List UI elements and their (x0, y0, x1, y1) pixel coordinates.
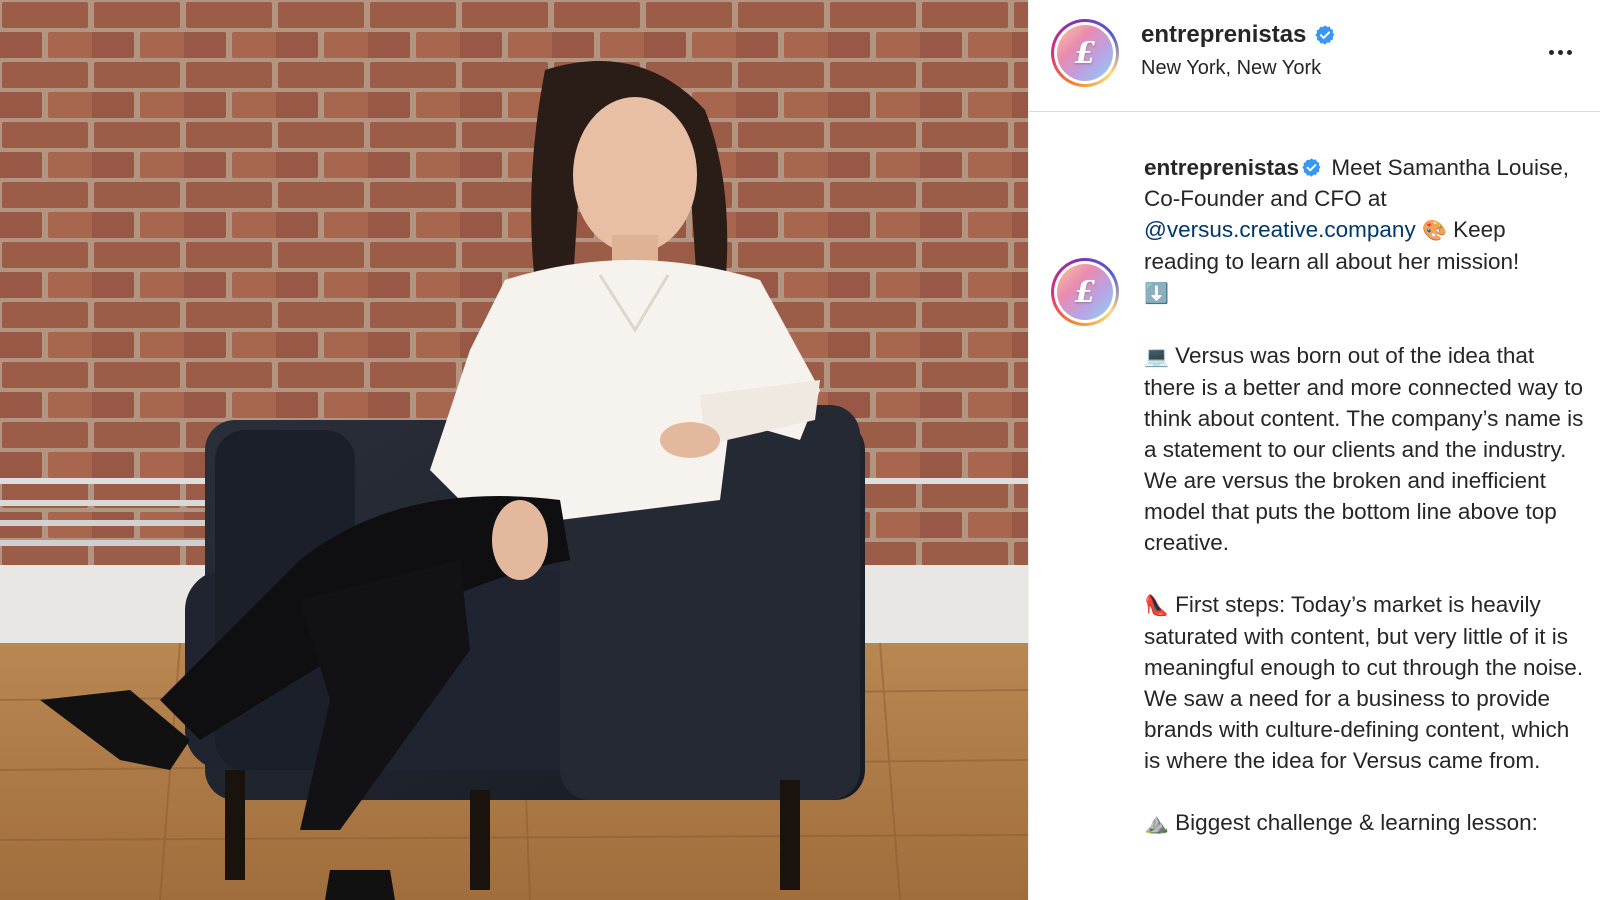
caption-username[interactable]: entreprenistas (1144, 155, 1299, 180)
more-dot (1557, 49, 1563, 55)
more-dot (1566, 49, 1572, 55)
paragraph-text: Versus was born out of the idea that the… (1144, 343, 1584, 555)
shoe-emoji: 👠 (1144, 593, 1169, 617)
account-avatar[interactable]: £ (1051, 19, 1119, 87)
account-username[interactable]: entreprenistas (1141, 21, 1306, 49)
palette-emoji: 🎨 (1421, 218, 1447, 242)
portrait-photo (0, 0, 1028, 900)
avatar-ring: £ (1054, 261, 1116, 323)
more-horizontal-icon (1548, 49, 1554, 55)
post-header: £ entreprenistas New York, New York (1029, 0, 1600, 112)
post-side-panel: £ entreprenistas New York, New York £ en… (1028, 0, 1600, 900)
mountain-emoji: ⛰️ (1144, 811, 1169, 835)
avatar-logo: £ (1057, 25, 1113, 81)
account-username-row: entreprenistas (1141, 21, 1336, 49)
laptop-emoji: 💻 (1144, 344, 1169, 368)
paragraph-text: First steps: Today’s market is heavily s… (1144, 592, 1584, 773)
post-location[interactable]: New York, New York (1141, 57, 1321, 80)
caption-intro: entreprenistas Meet Samantha Louise, Co-… (1144, 152, 1584, 309)
caption-paragraph-3: ⛰️ Biggest challenge & learning lesson: (1144, 807, 1584, 839)
caption-paragraph-2: 👠 First steps: Today’s market is heavily… (1144, 589, 1584, 776)
caption-paragraph-1: 💻 Versus was born out of the idea that t… (1144, 340, 1584, 558)
verified-badge-icon (1302, 158, 1321, 177)
post-photo[interactable] (0, 0, 1028, 900)
avatar-logo: £ (1057, 264, 1113, 320)
caption-avatar[interactable]: £ (1051, 258, 1119, 326)
avatar-ring: £ (1054, 22, 1116, 84)
paragraph-text: Biggest challenge & learning lesson: (1175, 810, 1538, 835)
down-arrow-emoji: ⬇️ (1144, 281, 1169, 305)
mention-link[interactable]: @versus.creative.company (1144, 217, 1416, 242)
verified-badge-icon (1315, 25, 1335, 45)
post-caption: entreprenistas Meet Samantha Louise, Co-… (1144, 152, 1584, 870)
more-options-button[interactable] (1540, 34, 1580, 70)
